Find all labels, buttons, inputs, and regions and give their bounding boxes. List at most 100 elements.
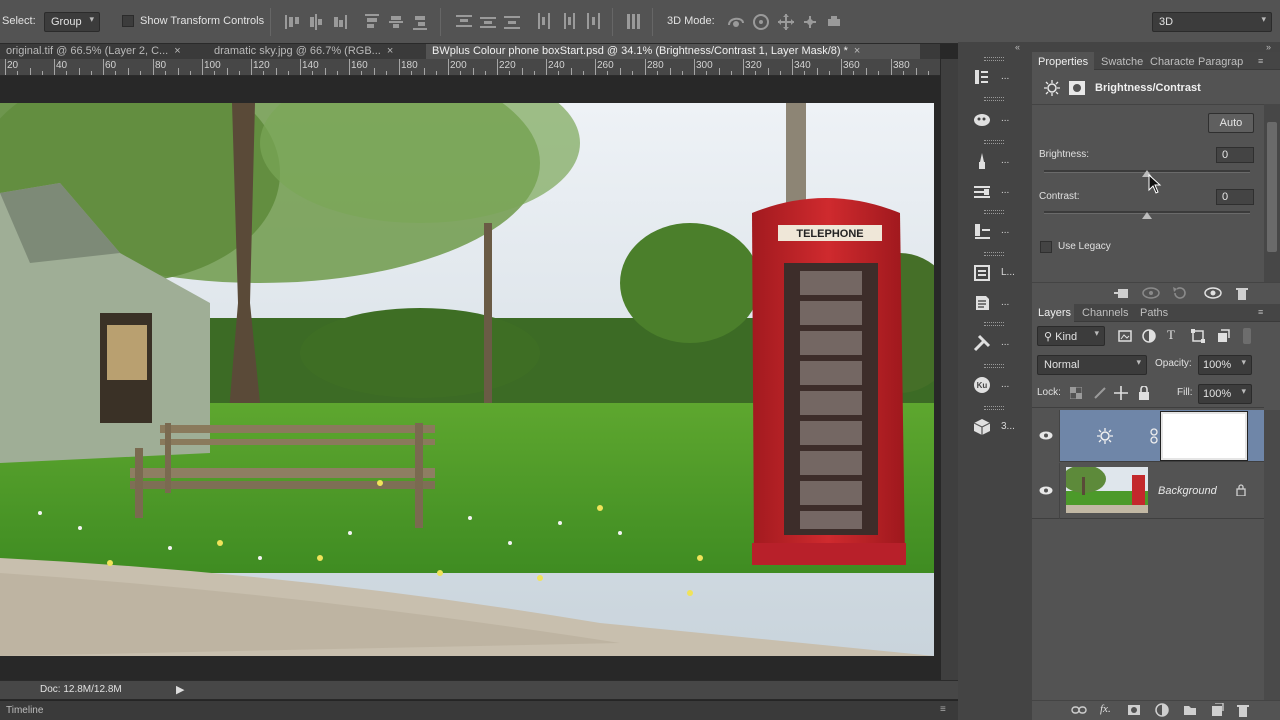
opacity-field[interactable]: 100% ▾ (1198, 355, 1252, 375)
dock-grip[interactable] (984, 322, 1004, 326)
delete-adjustment-icon[interactable] (1235, 286, 1249, 300)
add-mask-icon[interactable] (1127, 704, 1141, 716)
lock-image-icon[interactable] (1093, 386, 1107, 400)
distribute-vcenter-icon[interactable] (480, 13, 496, 31)
align-vcenter-icon[interactable] (308, 13, 324, 31)
blend-mode-dropdown[interactable]: Normal ▾ (1037, 355, 1147, 375)
status-menu-arrow-icon[interactable]: ▶ (176, 683, 184, 696)
lock-position-icon[interactable] (1114, 386, 1128, 400)
3d-scale-icon[interactable] (824, 13, 844, 31)
panel-menu-icon[interactable]: ≡ (940, 704, 946, 715)
contrast-slider-thumb[interactable] (1142, 212, 1152, 219)
dock-actions[interactable]: ... (963, 104, 1027, 134)
layer-row-background[interactable]: Background (1032, 463, 1264, 519)
layer-name[interactable]: Background (1158, 485, 1217, 497)
distribute-left-icon[interactable] (536, 13, 552, 31)
new-group-folder-icon[interactable] (1183, 704, 1197, 716)
new-adjustment-layer-icon[interactable] (1155, 703, 1169, 717)
dock-history[interactable]: ... (963, 62, 1027, 92)
close-tab-icon[interactable]: × (387, 45, 393, 57)
fill-field[interactable]: 100% ▾ (1198, 384, 1252, 404)
3d-slide-icon[interactable] (800, 13, 820, 31)
dock-layer-comps[interactable]: ... (963, 216, 1027, 246)
tab-channels[interactable]: Channels (1082, 307, 1128, 319)
dock-brush-presets[interactable]: ... (963, 146, 1027, 176)
workspace-dropdown[interactable]: 3D ▾ (1152, 12, 1272, 32)
brightness-value-field[interactable]: 0 (1216, 147, 1254, 163)
eye-icon[interactable] (1039, 431, 1053, 440)
tab-swatches[interactable]: Swatche (1101, 56, 1143, 68)
distribute-bottom-icon[interactable] (504, 13, 520, 31)
timeline-tab[interactable]: Timeline (6, 705, 43, 716)
scroll-thumb[interactable] (1267, 122, 1277, 252)
eye-icon[interactable] (1039, 486, 1053, 495)
collapse-dock-icon[interactable]: « (1015, 42, 1020, 52)
document-tab[interactable]: original.tif @ 66.5% (Layer 2, C... × (0, 44, 200, 59)
filter-adjustment-icon[interactable] (1142, 329, 1156, 343)
dock-info[interactable]: L... (963, 258, 1027, 288)
clip-to-layer-icon[interactable] (1114, 286, 1130, 300)
document-image[interactable]: TELEPHONE (0, 103, 934, 656)
filter-shape-icon[interactable] (1191, 329, 1205, 343)
vertical-scrollbar[interactable] (941, 59, 958, 680)
filter-type-icon[interactable]: T (1167, 327, 1175, 343)
layer-filter-dropdown[interactable]: ⚲ Kind ▾ (1037, 326, 1105, 346)
properties-scrollbar[interactable] (1264, 104, 1280, 282)
close-tab-icon[interactable]: × (854, 45, 860, 57)
lock-all-icon[interactable] (1138, 386, 1150, 400)
link-layers-icon[interactable] (1071, 704, 1087, 716)
layers-scrollbar[interactable] (1264, 410, 1280, 700)
dock-grip[interactable] (984, 364, 1004, 368)
layer-row-adjustment[interactable] (1032, 410, 1264, 462)
dock-grip[interactable] (984, 210, 1004, 214)
tab-character[interactable]: Characte (1150, 56, 1195, 68)
tab-layers[interactable]: Layers (1038, 307, 1071, 319)
align-right-icon[interactable] (412, 13, 428, 31)
view-previous-state-icon[interactable] (1142, 286, 1160, 300)
document-tab-active[interactable]: BWplus Colour phone boxStart.psd @ 34.1%… (426, 44, 920, 59)
dock-grip[interactable] (984, 97, 1004, 101)
use-legacy-checkbox[interactable] (1040, 241, 1052, 253)
3d-pan-icon[interactable] (776, 13, 796, 31)
show-transform-checkbox[interactable] (122, 15, 134, 27)
new-layer-icon[interactable] (1210, 703, 1224, 717)
dock-grip[interactable] (984, 140, 1004, 144)
document-tab[interactable]: dramatic sky.jpg @ 66.7% (RGB... × (208, 44, 422, 59)
align-hcenter-icon[interactable] (388, 13, 404, 31)
distribute-right-icon[interactable] (584, 13, 600, 31)
3d-roll-icon[interactable] (751, 13, 771, 31)
mask-link-icon[interactable] (1150, 428, 1158, 444)
layer-style-fx-icon[interactable]: fx. (1100, 703, 1111, 715)
timeline-panel-header[interactable]: Timeline ≡ (0, 700, 958, 720)
distribute-hcenter-icon[interactable] (560, 13, 576, 31)
dock-tool-presets[interactable]: ... (963, 328, 1027, 358)
dock-grip[interactable] (984, 252, 1004, 256)
dock-kuler[interactable]: Ku ... (963, 370, 1027, 400)
toggle-visibility-icon[interactable] (1204, 286, 1222, 300)
contrast-value-field[interactable]: 0 (1216, 189, 1254, 205)
layer-mask-thumbnail[interactable] (1160, 411, 1248, 461)
filter-toggle-switch[interactable] (1243, 328, 1251, 344)
align-left-icon[interactable] (364, 13, 380, 31)
auto-button[interactable]: Auto (1208, 113, 1254, 133)
dock-3d[interactable]: 3... (963, 412, 1027, 442)
dock-grip[interactable] (984, 57, 1004, 61)
distribute-top-icon[interactable] (456, 13, 472, 31)
tab-paths[interactable]: Paths (1140, 307, 1168, 319)
tab-paragraph[interactable]: Paragrap (1198, 56, 1243, 68)
background-layer-thumbnail[interactable] (1066, 467, 1148, 513)
close-tab-icon[interactable]: × (174, 45, 180, 57)
tab-properties[interactable]: Properties (1038, 56, 1088, 68)
collapse-panel-icon[interactable]: » (1266, 42, 1271, 52)
filter-smart-object-icon[interactable] (1216, 329, 1230, 343)
delete-layer-icon[interactable] (1237, 703, 1249, 717)
3d-rotate-icon[interactable] (726, 13, 746, 31)
filter-pixel-icon[interactable] (1118, 329, 1132, 343)
dock-notes[interactable]: ... (963, 288, 1027, 318)
dock-clone-source[interactable]: ... (963, 176, 1027, 206)
lock-transparent-icon[interactable] (1070, 387, 1082, 399)
align-bottom-icon[interactable] (332, 13, 348, 31)
dock-grip[interactable] (984, 406, 1004, 410)
properties-panel-menu-icon[interactable]: ≡ (1258, 56, 1263, 66)
layers-panel-menu-icon[interactable]: ≡ (1258, 307, 1263, 317)
